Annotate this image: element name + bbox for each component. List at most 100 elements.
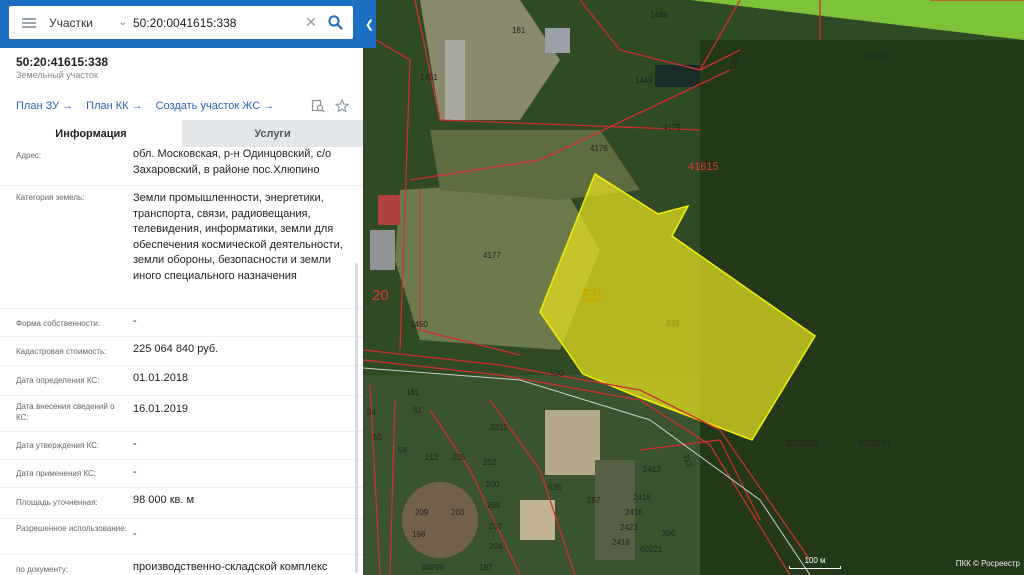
map-label-203: 203: [451, 508, 465, 517]
panel-actions: [311, 99, 349, 113]
map-label-1450: 1450: [410, 320, 428, 329]
map-label-parcel: 338: [666, 319, 680, 328]
row-address: Адрес: обл. Московская, р-н Одинцовский,…: [0, 147, 363, 185]
map-scale-bar: 100 м: [789, 556, 841, 569]
map-label-4176: 4176: [590, 144, 608, 153]
map-label-quarter: 41615: [688, 161, 719, 173]
object-title: 50:20:41615:338: [16, 55, 109, 69]
row-permitted-use: Разрешенное использование: -: [0, 518, 363, 554]
row-value: 16.01.2019: [133, 403, 189, 415]
action-links: План ЗУ → План КК → Создать участок ЖС →: [16, 100, 274, 112]
map-label-55: 55: [373, 433, 382, 442]
row-cv-determination-date: Дата определения КС: 01.01.2018: [0, 365, 363, 395]
row-value: -: [133, 438, 137, 450]
map-label-208: 208: [487, 501, 501, 510]
map-label-2423: 2423: [620, 523, 638, 532]
map-label-204: 204: [489, 542, 503, 551]
row-value: -: [133, 528, 137, 540]
map-label-4177: 4177: [483, 251, 501, 260]
search-box: Участки ⌄ ✕: [9, 6, 353, 39]
search-button[interactable]: [321, 6, 349, 39]
tab-services[interactable]: Услуги: [182, 120, 363, 147]
map-label-2415: 2415: [633, 493, 651, 502]
hamburger-icon: [22, 17, 36, 28]
map-label-district: 20: [372, 287, 389, 304]
row-label: Площадь уточненная:: [16, 498, 98, 507]
plan-zu-link[interactable]: План ЗУ →: [16, 100, 73, 112]
create-parcel-link[interactable]: Создать участок ЖС →: [156, 100, 275, 112]
map-label-60221: 60221: [640, 545, 663, 554]
map-label-2418: 2418: [612, 538, 630, 547]
map-label-1449: 1449: [635, 76, 653, 85]
plan-kk-link[interactable]: План КК →: [86, 100, 142, 112]
tab-information[interactable]: Информация: [0, 120, 182, 147]
map-label-396: 396: [662, 529, 676, 538]
map-label-161: 161: [406, 388, 420, 397]
row-label: по документу:: [16, 565, 68, 574]
row-cv-approval-date: Дата утверждения КС: -: [0, 431, 363, 459]
row-cv-application-date: Дата применения КС: -: [0, 459, 363, 487]
map-label-61: 61: [413, 406, 422, 415]
layer-select[interactable]: Участки ⌄: [49, 16, 133, 30]
object-type: Земельный участок: [16, 70, 98, 80]
row-value: производственно-складской комплекс: [133, 561, 328, 573]
row-cadastral-value: Кадастровая стоимость: 225 064 840 руб.: [0, 336, 363, 365]
row-label: Разрешенное использование:: [16, 524, 127, 533]
search-input[interactable]: [133, 15, 301, 30]
map-label-2416: 2416: [625, 508, 643, 517]
map-label-4175: 4175: [663, 123, 681, 132]
row-label: Дата применения КС:: [16, 469, 97, 478]
layer-select-value: Участки: [49, 15, 93, 30]
row-value: 01.01.2018: [133, 372, 189, 384]
row-value: 225 064 840 руб.: [133, 343, 219, 355]
chevron-down-icon: ⌄: [118, 17, 127, 28]
map-label-307290: 307290: [862, 52, 889, 61]
map-label-202: 202: [483, 458, 497, 467]
row-value: 98 000 кв. м: [133, 494, 195, 506]
row-label: Адрес:: [16, 151, 42, 160]
map-label-530: 530: [550, 369, 564, 378]
map-label-307323-1a: 307323/1: [785, 439, 819, 448]
panel-tabs: Информация Услуги: [0, 120, 363, 147]
map-label-181: 181: [512, 26, 526, 35]
map-attribution: ПКК © Росреестр: [955, 559, 1020, 568]
map-label-58: 58: [398, 446, 407, 455]
search-icon: [327, 15, 343, 30]
document-search-icon[interactable]: [311, 99, 325, 113]
row-ownership: Форма собственности: -: [0, 308, 363, 336]
map-label-200: 200: [486, 480, 500, 489]
row-value: -: [133, 315, 137, 327]
chevron-left-icon: ❮: [364, 18, 375, 31]
clear-search-button[interactable]: ✕: [301, 14, 321, 31]
row-area: Площадь уточненная: 98 000 кв. м: [0, 487, 363, 518]
row-by-document: по документу: производственно-складской …: [0, 554, 363, 575]
row-label: Дата утверждения КС:: [16, 441, 100, 450]
row-value: Земли промышленности, энергетики, трансп…: [133, 192, 343, 282]
star-icon[interactable]: [335, 99, 349, 113]
row-label: Категория земель:: [16, 193, 85, 202]
row-label: Кадастровая стоимость:: [16, 347, 107, 356]
panel-scrollbar[interactable]: [355, 263, 358, 573]
collapse-panel-button[interactable]: ❮: [363, 0, 376, 48]
map-label-2412: 2412: [643, 465, 661, 474]
menu-button[interactable]: [9, 6, 49, 39]
row-cv-entry-date: Дата внесения сведений о КС: 16.01.2019: [0, 395, 363, 431]
map-label-zone: 50: [582, 286, 602, 306]
row-label: Дата внесения сведений о КС:: [16, 402, 115, 422]
map-label-207: 207: [489, 522, 503, 531]
map-label-60206: 60206: [422, 563, 445, 572]
row-value: обл. Московская, р-н Одинцовский, с/о За…: [133, 148, 332, 176]
close-icon: ✕: [305, 14, 317, 30]
map-label-198: 198: [412, 530, 426, 539]
row-label: Дата определения КС:: [16, 376, 100, 385]
row-value: -: [133, 466, 137, 478]
map-label-205: 205: [452, 453, 466, 462]
map-label-635: 635: [548, 483, 562, 492]
scale-label: 100 м: [804, 556, 826, 565]
info-panel: 50:20:41615:338 Земельный участок План З…: [0, 48, 363, 575]
map-label-1448: 1448: [650, 11, 668, 20]
map-label-287: 287: [587, 496, 601, 505]
map-label-34: 34: [367, 408, 376, 417]
row-label: Форма собственности:: [16, 319, 101, 328]
search-header: Участки ⌄ ✕: [0, 0, 376, 48]
